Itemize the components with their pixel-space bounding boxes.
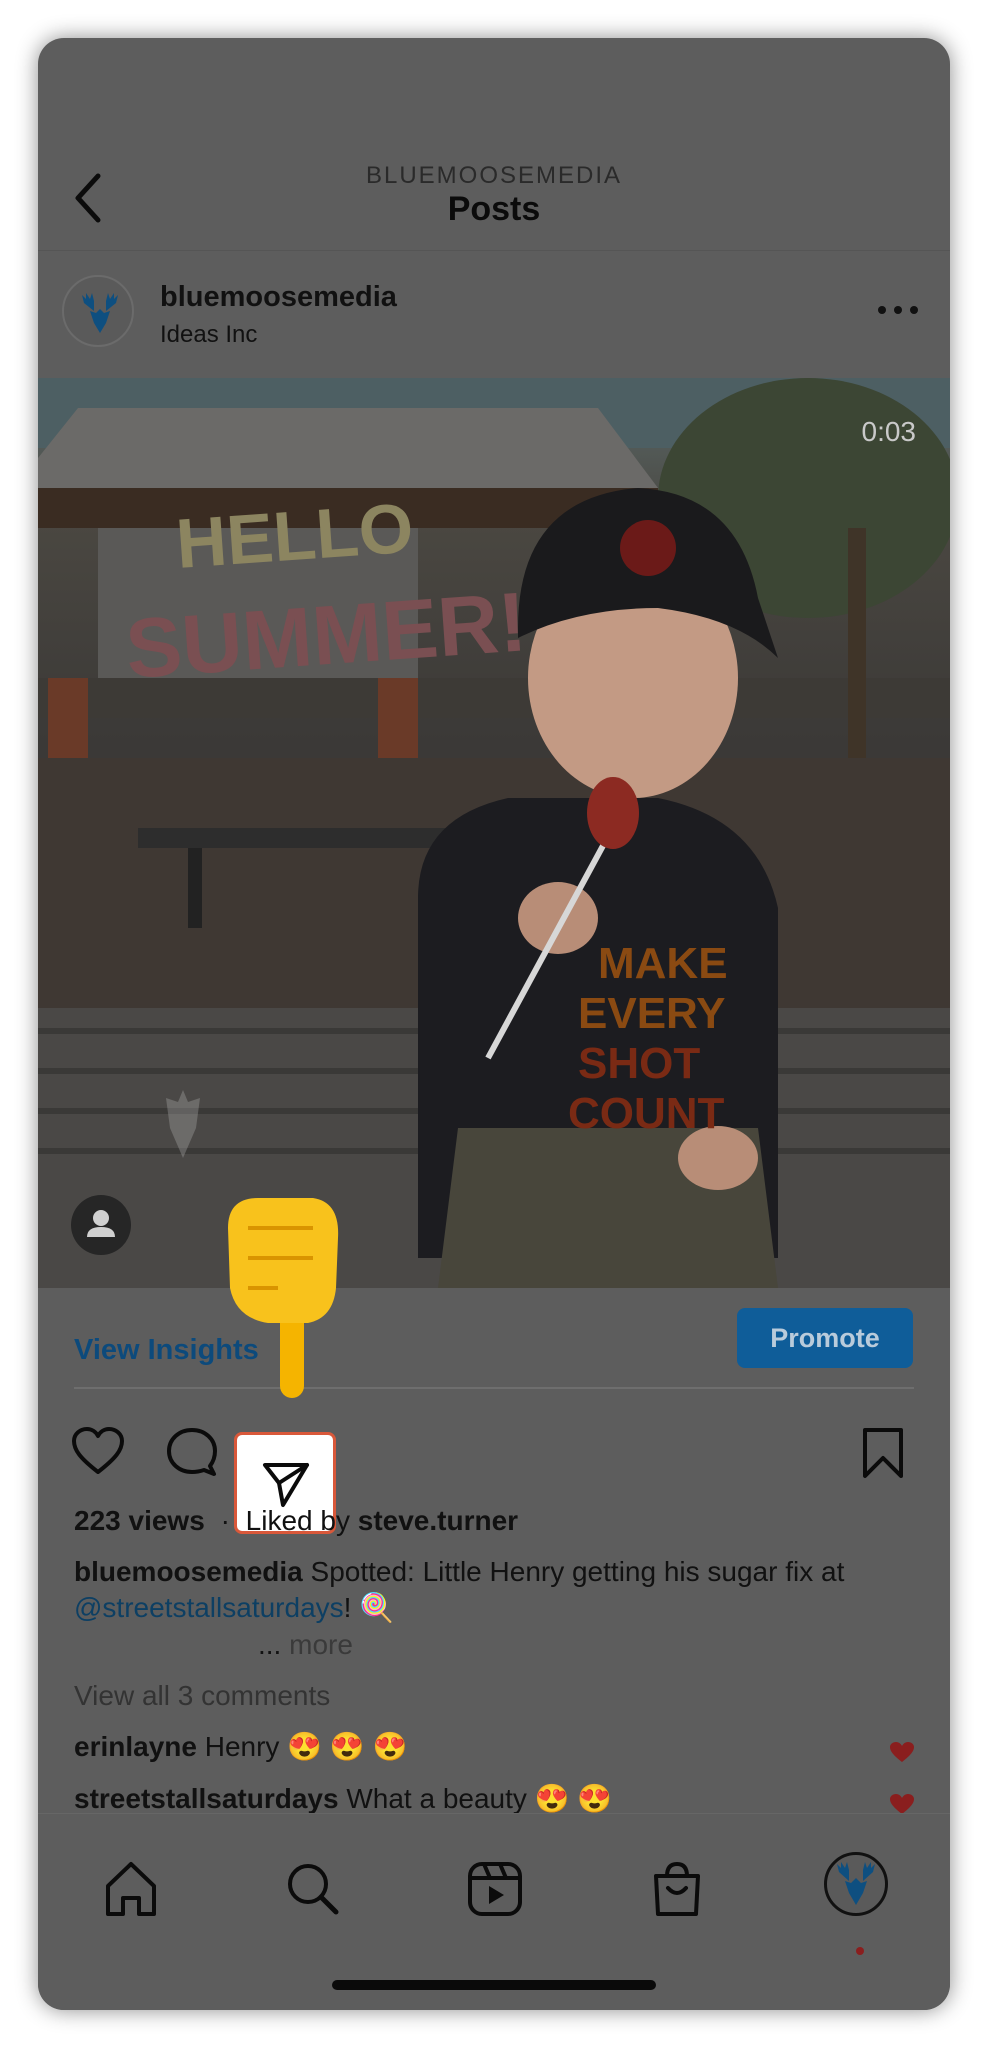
post-caption: bluemoosemedia Spotted: Little Henry get… [74,1554,924,1626]
caption-mention[interactable]: @streetstallsaturdays [74,1592,344,1623]
home-indicator[interactable] [332,1980,656,1990]
bookmark-icon [863,1428,903,1478]
header-account-name: BLUEMOOSEMEDIA [365,162,623,189]
caption-ellipsis: ... [258,1629,282,1660]
post-location[interactable]: Ideas Inc [160,321,257,349]
post-photo: MAKE EVERY SHOT COUNT HELLO SUMMER! [38,378,950,1288]
search-icon [288,1864,339,1915]
caption-username[interactable]: bluemoosemedia [74,1556,303,1587]
tagged-users-button[interactable] [71,1195,131,1255]
comment-icon [167,1428,217,1476]
save-button[interactable] [860,1426,906,1487]
post-username[interactable]: bluemoosemedia [160,281,397,314]
promote-button[interactable]: Promote [737,1308,913,1368]
comment-item: streetstallsaturdays What a beauty 😍 😍 [74,1782,612,1815]
divider [74,1387,914,1389]
tab-home[interactable] [96,1854,166,1924]
pointing-down-hand-icon [228,1198,339,1398]
svg-text:HELLO: HELLO [174,489,416,583]
comment-item: erinlayne Henry 😍 😍 😍 [74,1730,407,1763]
comment-username[interactable]: streetstallsaturdays [74,1783,339,1814]
more-options-button[interactable] [876,295,920,325]
svg-text:COUNT: COUNT [568,1089,725,1138]
comment-button[interactable] [164,1426,220,1483]
like-button[interactable] [70,1426,126,1481]
notification-dot [856,1947,864,1955]
home-icon [106,1862,156,1916]
video-timer: 0:03 [861,416,917,447]
pointing-hand-emoji [218,1188,348,1408]
caption-text: Spotted: Little Henry getting his sugar … [302,1556,845,1587]
caption-text-end: ! 🍭 [343,1592,395,1623]
person-icon [87,1210,115,1237]
more-horizontal-icon [878,306,918,314]
post-actions [38,1390,950,1534]
insights-row: View Insights Promote [38,1288,950,1388]
heart-icon [72,1427,124,1474]
views-count: 223 views [74,1505,205,1536]
avatar[interactable] [62,275,134,347]
svg-text:SHOT: SHOT [578,1039,700,1088]
view-all-comments-link[interactable]: View all 3 comments [74,1680,330,1712]
post-media[interactable]: MAKE EVERY SHOT COUNT HELLO SUMMER! 0:03 [38,378,950,1288]
liked-by-user[interactable]: steve.turner [358,1505,518,1536]
comment-text: What a beauty 😍 😍 [346,1783,613,1814]
tab-profile[interactable] [824,1852,888,1916]
post-header: bluemoosemedia Ideas Inc [38,251,950,371]
phone-screen: BLUEMOOSEMEDIA Posts bluemoosemedia Idea… [38,38,950,2010]
svg-text:MAKE: MAKE [598,939,728,988]
tab-search[interactable] [278,1854,348,1924]
profile-avatar [837,1862,875,1905]
comment-username[interactable]: erinlayne [74,1731,197,1762]
tab-shop[interactable] [642,1854,712,1924]
svg-text:EVERY: EVERY [578,989,726,1038]
comment-text: Henry 😍 😍 😍 [204,1731,408,1762]
page-title: Posts [447,190,541,228]
more-link[interactable]: more [289,1629,353,1660]
shop-icon [654,1861,700,1916]
separator: · [220,1505,230,1536]
heart-icon[interactable] [888,1740,916,1764]
liked-by-prefix: Liked by [245,1505,350,1536]
tab-reels[interactable] [460,1854,530,1924]
paper-plane-icon [263,1463,309,1507]
likes-summary[interactable]: 223 views · Liked by steve.turner [74,1505,518,1537]
moose-logo-icon [82,293,118,333]
caption-more-row[interactable]: ... more [258,1629,353,1661]
reels-icon [468,1862,522,1916]
top-nav-bar: BLUEMOOSEMEDIA Posts [38,38,950,251]
